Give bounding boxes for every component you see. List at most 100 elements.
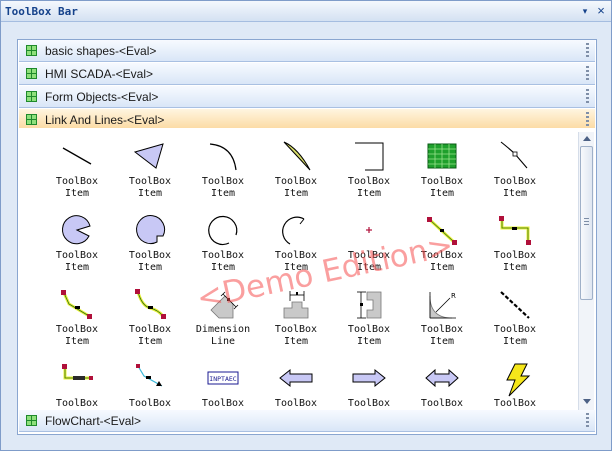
polyline-node-icon: [500, 141, 528, 169]
item-label: ToolBox Item: [55, 250, 99, 273]
toolbox-item[interactable]: ToolBox Item: [260, 284, 332, 352]
connector-line-icon: [427, 217, 457, 245]
radius-dimension-icon: R: [429, 292, 456, 319]
open-arc-icon: [282, 216, 305, 245]
item-label: ToolBox Item: [274, 176, 318, 199]
item-label: ToolBox Item: [420, 176, 464, 199]
lightning-icon: [506, 363, 531, 397]
item-label: ToolBox Item: [55, 398, 99, 409]
dimension-line-icon: [210, 291, 239, 319]
group-flowchart[interactable]: FlowChart-<Eval>: [19, 410, 595, 432]
arc-icon: [209, 143, 237, 171]
toolbox-item[interactable]: ToolBox Item: [114, 284, 186, 352]
toolbox-item[interactable]: ToolBox Item: [41, 284, 113, 352]
toolbox-item[interactable]: ToolBox Item: [406, 358, 478, 410]
item-label: ToolBox Item: [55, 176, 99, 199]
toolbox-item[interactable]: INPTAEC ToolBox Item: [187, 358, 259, 410]
toolbox-item[interactable]: ToolBox Item: [41, 358, 113, 410]
table-grid-icon: [427, 143, 457, 169]
toolbox-item[interactable]: ToolBox Item: [114, 210, 186, 278]
width-dimension-icon: [283, 291, 309, 319]
title-bar: ToolBox Bar ▾ ×: [1, 1, 611, 22]
point-icon: [366, 227, 372, 233]
item-label: ToolBox Item: [128, 176, 172, 199]
group-label: Form Objects-<Eval>: [45, 90, 159, 104]
item-label: ToolBox Item: [274, 250, 318, 273]
scroll-up-arrow-icon[interactable]: [580, 134, 593, 144]
toolbox-item[interactable]: ToolBox Item: [333, 358, 405, 410]
grid-icon: [26, 91, 37, 102]
window-title: ToolBox Bar: [5, 5, 78, 18]
toolbox-item[interactable]: ToolBox Item: [406, 210, 478, 278]
toolbox-item[interactable]: ToolBox Item: [41, 210, 113, 278]
item-label: ToolBox Item: [274, 324, 318, 347]
block-arrow-left-icon: [279, 368, 313, 388]
bent-connector-icon: [61, 290, 92, 319]
toolbox-item[interactable]: ToolBox Item: [260, 210, 332, 278]
toolbox-items-area: ToolBox Item ToolBox Item ToolBox Item T…: [19, 128, 595, 410]
label-tag-icon: INPTAEC: [207, 371, 239, 385]
quad-shape-icon: [133, 143, 164, 169]
toolbox-item[interactable]: ToolBox Item: [479, 210, 551, 278]
item-label: ToolBox Item: [201, 250, 245, 273]
item-label: ToolBox Item: [347, 398, 391, 409]
group-hmi-scada[interactable]: HMI SCADA-<Eval>: [19, 63, 595, 85]
dropdown-arrow-icon[interactable]: ▾: [579, 5, 591, 17]
group-form-objects[interactable]: Form Objects-<Eval>: [19, 86, 595, 108]
item-label: ToolBox Item: [128, 250, 172, 273]
toolbox-item[interactable]: ToolBox Item: [479, 136, 551, 204]
item-label: ToolBox Item: [493, 250, 537, 273]
item-label: ToolBox Item: [347, 250, 391, 273]
pie-filled-icon: [62, 215, 91, 245]
toolbox-item[interactable]: ToolBox Item: [333, 136, 405, 204]
toolbox-item[interactable]: ToolBox Item: [260, 358, 332, 410]
toolbox-panel: basic shapes-<Eval> HMI SCADA-<Eval> For…: [17, 39, 597, 435]
radius-letter: R: [451, 292, 456, 300]
double-arrow-icon: [425, 368, 459, 388]
toolbox-item[interactable]: ToolBox Item: [41, 136, 113, 204]
grip-icon: [586, 66, 589, 81]
scroll-thumb[interactable]: [580, 146, 593, 300]
toolbox-item[interactable]: ToolBox Item: [187, 210, 259, 278]
toolbox-item[interactable]: ToolBox Item: [114, 136, 186, 204]
toolbox-item[interactable]: ToolBox Item: [333, 284, 405, 352]
curve-connector-icon: [135, 289, 166, 319]
grid-icon: [26, 114, 37, 125]
close-icon[interactable]: ×: [595, 4, 607, 18]
item-label: ToolBox Item: [201, 176, 245, 199]
grip-icon: [586, 43, 589, 58]
group-label: HMI SCADA-<Eval>: [45, 67, 154, 81]
grip-icon: [586, 112, 589, 127]
toolbox-item[interactable]: ToolBox Item: [114, 358, 186, 410]
toolbox-item[interactable]: ToolBox Item: [260, 136, 332, 204]
toolbox-item[interactable]: ToolBox Item: [479, 358, 551, 410]
grid-icon: [26, 415, 37, 426]
tag-text: INPTAEC: [209, 375, 236, 383]
vertical-scrollbar[interactable]: [578, 132, 594, 410]
scroll-down-arrow-icon[interactable]: [580, 396, 593, 406]
open-circle-icon: [208, 215, 238, 246]
item-label: ToolBox Item: [493, 398, 537, 409]
item-label: ToolBox Item: [420, 250, 464, 273]
item-label: ToolBox Item: [201, 398, 245, 409]
toolbox-item[interactable]: ToolBox Item: [479, 284, 551, 352]
item-label: ToolBox Item: [128, 398, 172, 409]
item-label: ToolBox Item: [420, 324, 464, 347]
toolbox-item[interactable]: R ToolBox Item: [406, 284, 478, 352]
group-label: FlowChart-<Eval>: [45, 414, 142, 428]
toolbox-item[interactable]: ToolBox Item: [406, 136, 478, 204]
item-label: ToolBox Item: [347, 176, 391, 199]
group-label: basic shapes-<Eval>: [45, 44, 157, 58]
group-basic-shapes[interactable]: basic shapes-<Eval>: [19, 40, 595, 62]
toolbox-item[interactable]: ToolBox Item: [333, 210, 405, 278]
item-label: ToolBox Item: [493, 324, 537, 347]
toolbox-item[interactable]: Dimension Line: [187, 284, 259, 352]
grip-icon: [586, 89, 589, 104]
chord-icon: [283, 141, 311, 171]
toolbox-window: ToolBox Bar ▾ × basic shapes-<Eval> HMI …: [0, 0, 612, 451]
item-label: ToolBox Item: [274, 398, 318, 409]
item-label: ToolBox Item: [347, 324, 391, 347]
toolbox-item[interactable]: ToolBox Item: [187, 136, 259, 204]
grid-icon: [26, 45, 37, 56]
dashed-line-icon: [500, 291, 530, 319]
